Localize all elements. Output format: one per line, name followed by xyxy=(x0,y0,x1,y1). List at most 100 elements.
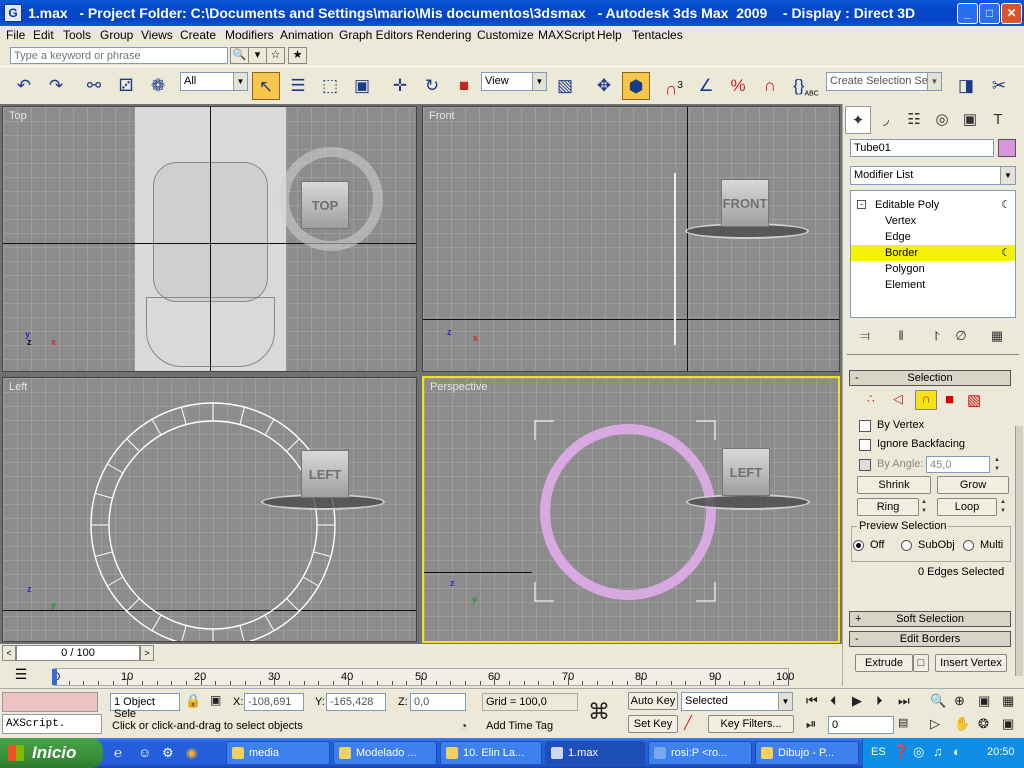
menu-graph-editors[interactable]: Graph Editors xyxy=(339,28,413,42)
edit-borders-rollout-header[interactable]: - Edit Borders xyxy=(849,631,1011,647)
security-icon[interactable]: ◐ xyxy=(953,744,961,759)
spinner-snap-icon[interactable]: ∩ xyxy=(756,72,784,100)
make-unique-icon[interactable]: ⨡ xyxy=(927,326,947,346)
key-set-dropdown[interactable]: Selected ▼ xyxy=(681,692,793,711)
soft-selection-rollout-header[interactable]: + Soft Selection xyxy=(849,611,1011,627)
preview-off-radio[interactable] xyxy=(853,540,864,551)
select-by-name-icon[interactable]: ☰ xyxy=(284,72,312,100)
task-3dsmax[interactable]: 1.max xyxy=(545,741,645,765)
menu-help[interactable]: Help xyxy=(597,28,622,42)
app-icon[interactable]: G xyxy=(4,4,22,22)
minimize-button[interactable]: _ xyxy=(957,3,978,24)
add-time-tag-button[interactable]: Add Time Tag xyxy=(486,720,553,732)
loop-spinner[interactable]: ▲ ▼ xyxy=(999,498,1007,516)
communication-icon[interactable]: ▾ xyxy=(248,47,267,64)
mirror-icon[interactable]: ◨ xyxy=(952,72,980,100)
menu-customize[interactable]: Customize xyxy=(477,28,534,42)
motion-tab-icon[interactable]: ◎ xyxy=(929,106,955,134)
search-icon[interactable]: 🔍 xyxy=(230,47,249,64)
key-filters-button[interactable]: Key Filters... xyxy=(708,715,794,733)
show-end-result-icon[interactable]: ‖ xyxy=(891,326,911,346)
percent-snap-icon[interactable]: % xyxy=(724,72,752,100)
key-mode-icon[interactable]: ⏯ xyxy=(806,716,816,732)
stack-item-editable-poly[interactable]: - Editable Poly ☾ xyxy=(851,197,1015,213)
maximize-viewport-icon[interactable]: ▣ xyxy=(1002,716,1014,732)
menu-group[interactable]: Group xyxy=(100,28,133,42)
restore-button[interactable]: □ xyxy=(979,3,1000,24)
extrude-button[interactable]: Extrude xyxy=(855,654,913,672)
window-crossing-icon[interactable]: ▣ xyxy=(348,72,376,100)
firefox-icon[interactable]: ◉ xyxy=(186,745,197,761)
light-bulb-icon[interactable]: ☾ xyxy=(1001,197,1011,213)
viewport-label[interactable]: Perspective xyxy=(430,381,487,393)
z-coord-field[interactable]: 0,0 xyxy=(410,693,466,711)
select-and-rotate-icon[interactable]: ↻ xyxy=(418,72,446,100)
chevron-right-icon[interactable]: > xyxy=(140,645,154,661)
pan-icon[interactable]: ✋ xyxy=(954,716,970,732)
select-and-link-icon[interactable]: ⚯ xyxy=(80,72,108,100)
object-color-swatch[interactable] xyxy=(998,139,1016,157)
menu-maxscript[interactable]: MAXScript xyxy=(538,28,595,42)
edit-named-selection-icon[interactable]: {}ABC xyxy=(792,72,820,100)
timeline-ruler[interactable]: 0 10 20 30 40 50 60 70 80 90 100 xyxy=(52,668,794,686)
previous-frame-icon[interactable]: ⏴ xyxy=(830,693,837,709)
element-level-icon[interactable]: ▧ xyxy=(967,391,981,409)
stack-item-edge[interactable]: Edge xyxy=(851,229,1015,245)
pin-stack-icon[interactable]: ⫤ xyxy=(855,326,875,346)
current-frame-marker[interactable] xyxy=(52,669,57,685)
bind-space-warp-icon[interactable]: ❁ xyxy=(144,72,172,100)
select-and-move-icon[interactable]: ✛ xyxy=(386,72,414,100)
snaps-toggle-icon[interactable]: ∩3 xyxy=(660,72,688,100)
stack-item-border[interactable]: Border ☾ xyxy=(851,245,1015,261)
help-icon[interactable]: ❓ xyxy=(893,744,909,760)
select-manipulate-icon[interactable]: ✥ xyxy=(590,72,618,100)
configure-modifier-sets-icon[interactable]: ▦ xyxy=(987,326,1007,346)
object-name-input[interactable] xyxy=(850,139,994,157)
maxscript-input[interactable]: AXScript. xyxy=(2,714,102,734)
insert-vertex-button[interactable]: Insert Vertex xyxy=(935,654,1007,672)
ie-icon[interactable]: ℮ xyxy=(114,745,122,760)
orbit-icon[interactable]: ❂ xyxy=(978,716,989,732)
zoom-extents-all-icon[interactable]: ▦ xyxy=(1002,693,1014,709)
hierarchy-tab-icon[interactable]: ☷ xyxy=(901,106,927,134)
viewcube-front[interactable]: FRONT xyxy=(721,179,769,227)
time-tag-icon[interactable]: ◔ xyxy=(460,719,467,733)
menu-modifiers[interactable]: Modifiers xyxy=(225,28,274,42)
time-slider[interactable]: 0 / 100 xyxy=(16,645,140,661)
menu-file[interactable]: File xyxy=(6,28,25,42)
close-button[interactable]: ✕ xyxy=(1001,3,1022,24)
extrude-settings-button[interactable]: □ xyxy=(913,654,929,672)
polygon-level-icon[interactable]: ■ xyxy=(945,391,954,408)
rectangular-selection-icon[interactable]: ⬚ xyxy=(316,72,344,100)
display-tab-icon[interactable]: ▣ xyxy=(957,106,983,134)
start-button[interactable]: Inicio xyxy=(0,738,103,768)
zoom-extents-icon[interactable]: ▣ xyxy=(978,693,990,709)
ignore-backfacing-checkbox[interactable] xyxy=(859,439,871,451)
by-angle-checkbox[interactable] xyxy=(859,459,871,471)
edge-level-icon[interactable]: ◁ xyxy=(893,391,903,407)
ring-spinner[interactable]: ▲ ▼ xyxy=(920,498,928,516)
stack-item-element[interactable]: Element xyxy=(851,277,1015,293)
menu-create[interactable]: Create xyxy=(180,28,216,42)
viewport-label[interactable]: Top xyxy=(9,110,27,122)
favorites-icon[interactable]: ☆ xyxy=(266,47,285,64)
shrink-button[interactable]: Shrink xyxy=(857,476,931,494)
task-modelado[interactable]: Modelado ... xyxy=(333,741,437,765)
viewcube-left[interactable]: LEFT xyxy=(301,450,349,498)
viewport-label[interactable]: Front xyxy=(429,110,455,122)
command-panel-scrollbar[interactable] xyxy=(1015,426,1023,676)
task-rosi[interactable]: rosi:P <ro... xyxy=(648,741,752,765)
viewport-front[interactable]: Front FRONT z x xyxy=(422,106,840,372)
light-bulb-icon[interactable]: ☾ xyxy=(1001,245,1011,261)
y-coord-field[interactable]: -165,428 xyxy=(326,693,386,711)
select-object-icon[interactable]: ↖ xyxy=(252,72,280,100)
undo-icon[interactable]: ↶ xyxy=(10,72,38,100)
menu-tentacles[interactable]: Tentacles xyxy=(632,28,683,42)
language-indicator[interactable]: ES xyxy=(871,746,886,758)
selection-filter-dropdown[interactable]: All ▼ xyxy=(180,72,248,91)
by-angle-input[interactable] xyxy=(926,456,990,473)
menu-rendering[interactable]: Rendering xyxy=(416,28,471,42)
remove-modifier-icon[interactable]: ∅ xyxy=(951,326,971,346)
stack-item-vertex[interactable]: Vertex xyxy=(851,213,1015,229)
ring-button[interactable]: Ring xyxy=(857,498,919,516)
